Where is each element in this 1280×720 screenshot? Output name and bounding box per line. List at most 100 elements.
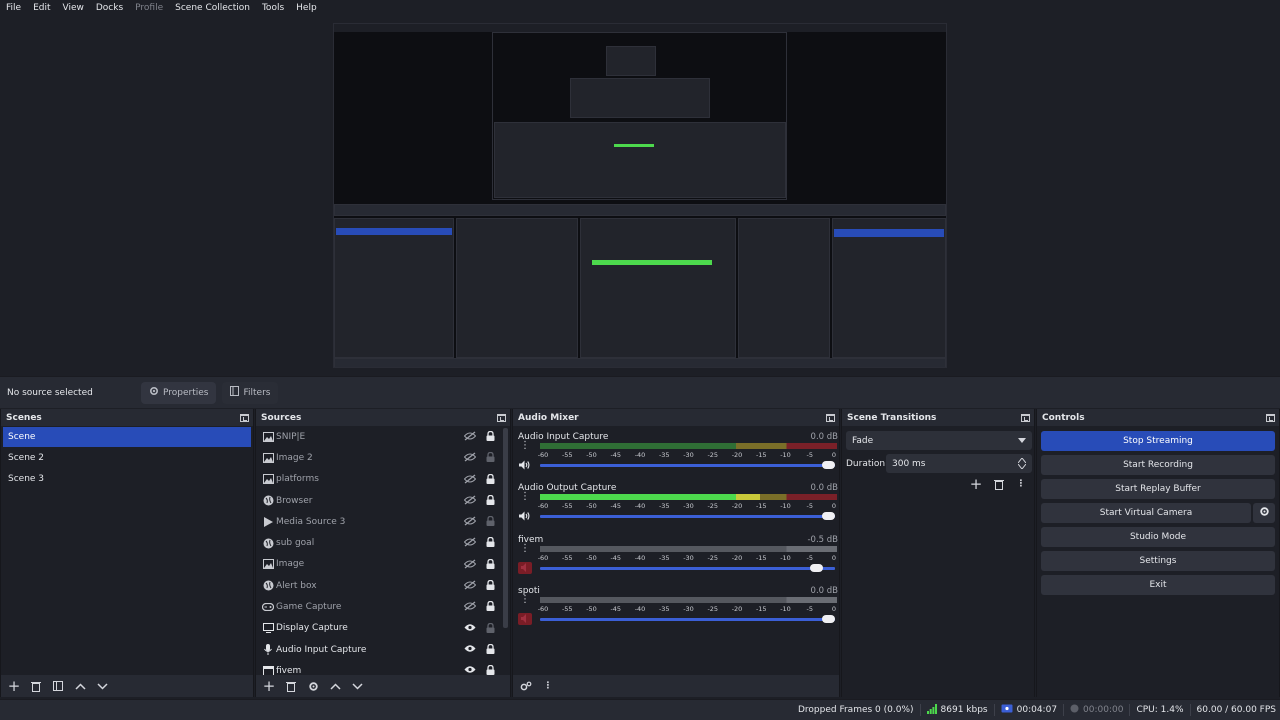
filters-button[interactable]: Filters (222, 381, 279, 404)
eye-hidden-icon[interactable] (463, 474, 477, 487)
muted-speaker-icon[interactable] (518, 561, 532, 574)
slider-handle[interactable] (822, 614, 835, 623)
chevron-down-icon[interactable] (94, 678, 110, 694)
menu-item-scene-collection[interactable]: Scene Collection (169, 0, 256, 16)
source-item[interactable]: SNIP|E (256, 426, 510, 447)
slider-handle[interactable] (822, 461, 835, 469)
transition-select[interactable]: Fade (846, 431, 1032, 450)
tick-label: 0 (831, 604, 837, 613)
add-icon[interactable]: + (968, 475, 984, 493)
eye-icon[interactable] (464, 644, 476, 656)
lock-icon[interactable] (486, 579, 495, 593)
undock-icon[interactable] (1021, 413, 1030, 422)
filter-icon[interactable] (50, 678, 66, 694)
undock-icon[interactable] (240, 413, 249, 422)
volume-slider[interactable] (540, 512, 835, 521)
start-virtual-camera-button[interactable]: Start Virtual Camera (1041, 503, 1251, 523)
trash-icon[interactable] (283, 678, 299, 694)
muted-speaker-icon[interactable] (518, 612, 532, 625)
menu-item-edit[interactable]: Edit (27, 0, 56, 16)
chevron-up-icon[interactable] (327, 678, 343, 694)
kebab-menu-icon[interactable]: ⋮ (540, 678, 556, 694)
source-item[interactable]: Audio Input Capture (256, 639, 510, 660)
source-item[interactable]: fivem (256, 660, 510, 675)
source-item[interactable]: Image 2 (256, 447, 510, 468)
source-item[interactable]: platforms (256, 469, 510, 490)
kebab-menu-icon[interactable]: ⋮ (520, 594, 530, 605)
start-replay-buffer-button[interactable]: Start Replay Buffer (1041, 479, 1275, 499)
menu-item-view[interactable]: View (57, 0, 90, 16)
lock-icon[interactable] (486, 643, 495, 657)
eye-icon[interactable] (464, 623, 476, 635)
source-item[interactable]: sub goal (256, 532, 510, 553)
volume-slider[interactable] (540, 563, 835, 572)
source-item[interactable]: Game Capture (256, 596, 510, 617)
virtual-camera-settings-button[interactable] (1253, 503, 1275, 523)
eye-hidden-icon[interactable] (463, 452, 477, 465)
lock-icon[interactable] (486, 494, 495, 508)
sources-toolbar: + (256, 675, 510, 697)
unlock-icon[interactable] (486, 622, 495, 636)
eye-hidden-icon[interactable] (463, 601, 477, 614)
eye-hidden-icon[interactable] (463, 559, 477, 572)
start-recording-button[interactable]: Start Recording (1041, 455, 1275, 475)
slider-handle[interactable] (810, 563, 824, 572)
kebab-menu-icon[interactable]: ⋮ (1013, 476, 1029, 492)
settings-button[interactable]: Settings (1041, 551, 1275, 571)
studio-mode-button[interactable]: Studio Mode (1041, 527, 1275, 547)
source-item[interactable]: Browser (256, 490, 510, 511)
scene-item[interactable]: Scene 3 (3, 469, 251, 489)
eye-icon[interactable] (464, 665, 476, 675)
unlock-icon[interactable] (486, 516, 495, 529)
kebab-menu-icon[interactable]: ⋮ (520, 543, 530, 554)
source-item[interactable]: Image (256, 554, 510, 575)
program-preview[interactable] (333, 23, 947, 368)
stop-streaming-button[interactable]: Stop Streaming (1041, 431, 1275, 451)
trash-icon[interactable] (991, 476, 1007, 492)
lock-icon[interactable] (486, 601, 495, 614)
slider-handle[interactable] (822, 512, 835, 521)
eye-hidden-icon[interactable] (463, 516, 477, 529)
exit-button[interactable]: Exit (1041, 575, 1275, 595)
lock-icon[interactable] (486, 537, 495, 550)
lock-icon[interactable] (486, 558, 495, 572)
menu-item-docks[interactable]: Docks (90, 0, 129, 16)
undock-icon[interactable] (826, 413, 835, 422)
undock-icon[interactable] (497, 413, 506, 422)
sources-scrollbar[interactable] (503, 428, 508, 628)
tick-label: -20 (731, 604, 743, 613)
trash-icon[interactable] (28, 678, 44, 694)
menu-item-tools[interactable]: Tools (256, 0, 290, 16)
duration-spinbox[interactable]: 300 ms (886, 454, 1032, 473)
undock-icon[interactable] (1266, 413, 1275, 422)
chevron-down-icon[interactable] (349, 678, 365, 694)
speaker-icon[interactable] (518, 459, 532, 471)
scene-item[interactable]: Scene (3, 427, 251, 447)
volume-slider[interactable] (540, 614, 835, 623)
gear-icon[interactable] (305, 678, 321, 694)
advanced-audio-icon[interactable] (518, 678, 534, 694)
lock-icon[interactable] (486, 430, 495, 444)
add-icon[interactable]: + (6, 677, 22, 695)
source-item[interactable]: Alert box (256, 575, 510, 596)
scene-item[interactable]: Scene 2 (3, 448, 251, 468)
chevron-up-icon[interactable] (72, 678, 88, 694)
kebab-menu-icon[interactable]: ⋮ (520, 492, 530, 502)
volume-slider[interactable] (540, 461, 835, 469)
menu-item-profile[interactable]: Profile (129, 0, 169, 16)
lock-icon[interactable] (486, 665, 495, 675)
menu-item-file[interactable]: File (0, 0, 27, 16)
eye-hidden-icon[interactable] (463, 431, 477, 444)
speaker-icon[interactable] (518, 510, 532, 522)
lock-icon[interactable] (486, 473, 495, 487)
eye-hidden-icon[interactable] (463, 495, 477, 508)
eye-hidden-icon[interactable] (463, 580, 477, 593)
source-item[interactable]: Media Source 3 (256, 511, 510, 532)
unlock-icon[interactable] (486, 452, 495, 465)
menu-item-help[interactable]: Help (290, 0, 323, 16)
properties-button[interactable]: Properties (141, 381, 217, 404)
kebab-menu-icon[interactable]: ⋮ (520, 441, 530, 451)
eye-hidden-icon[interactable] (463, 537, 477, 550)
add-icon[interactable]: + (261, 677, 277, 695)
source-item[interactable]: Display Capture (256, 618, 510, 639)
